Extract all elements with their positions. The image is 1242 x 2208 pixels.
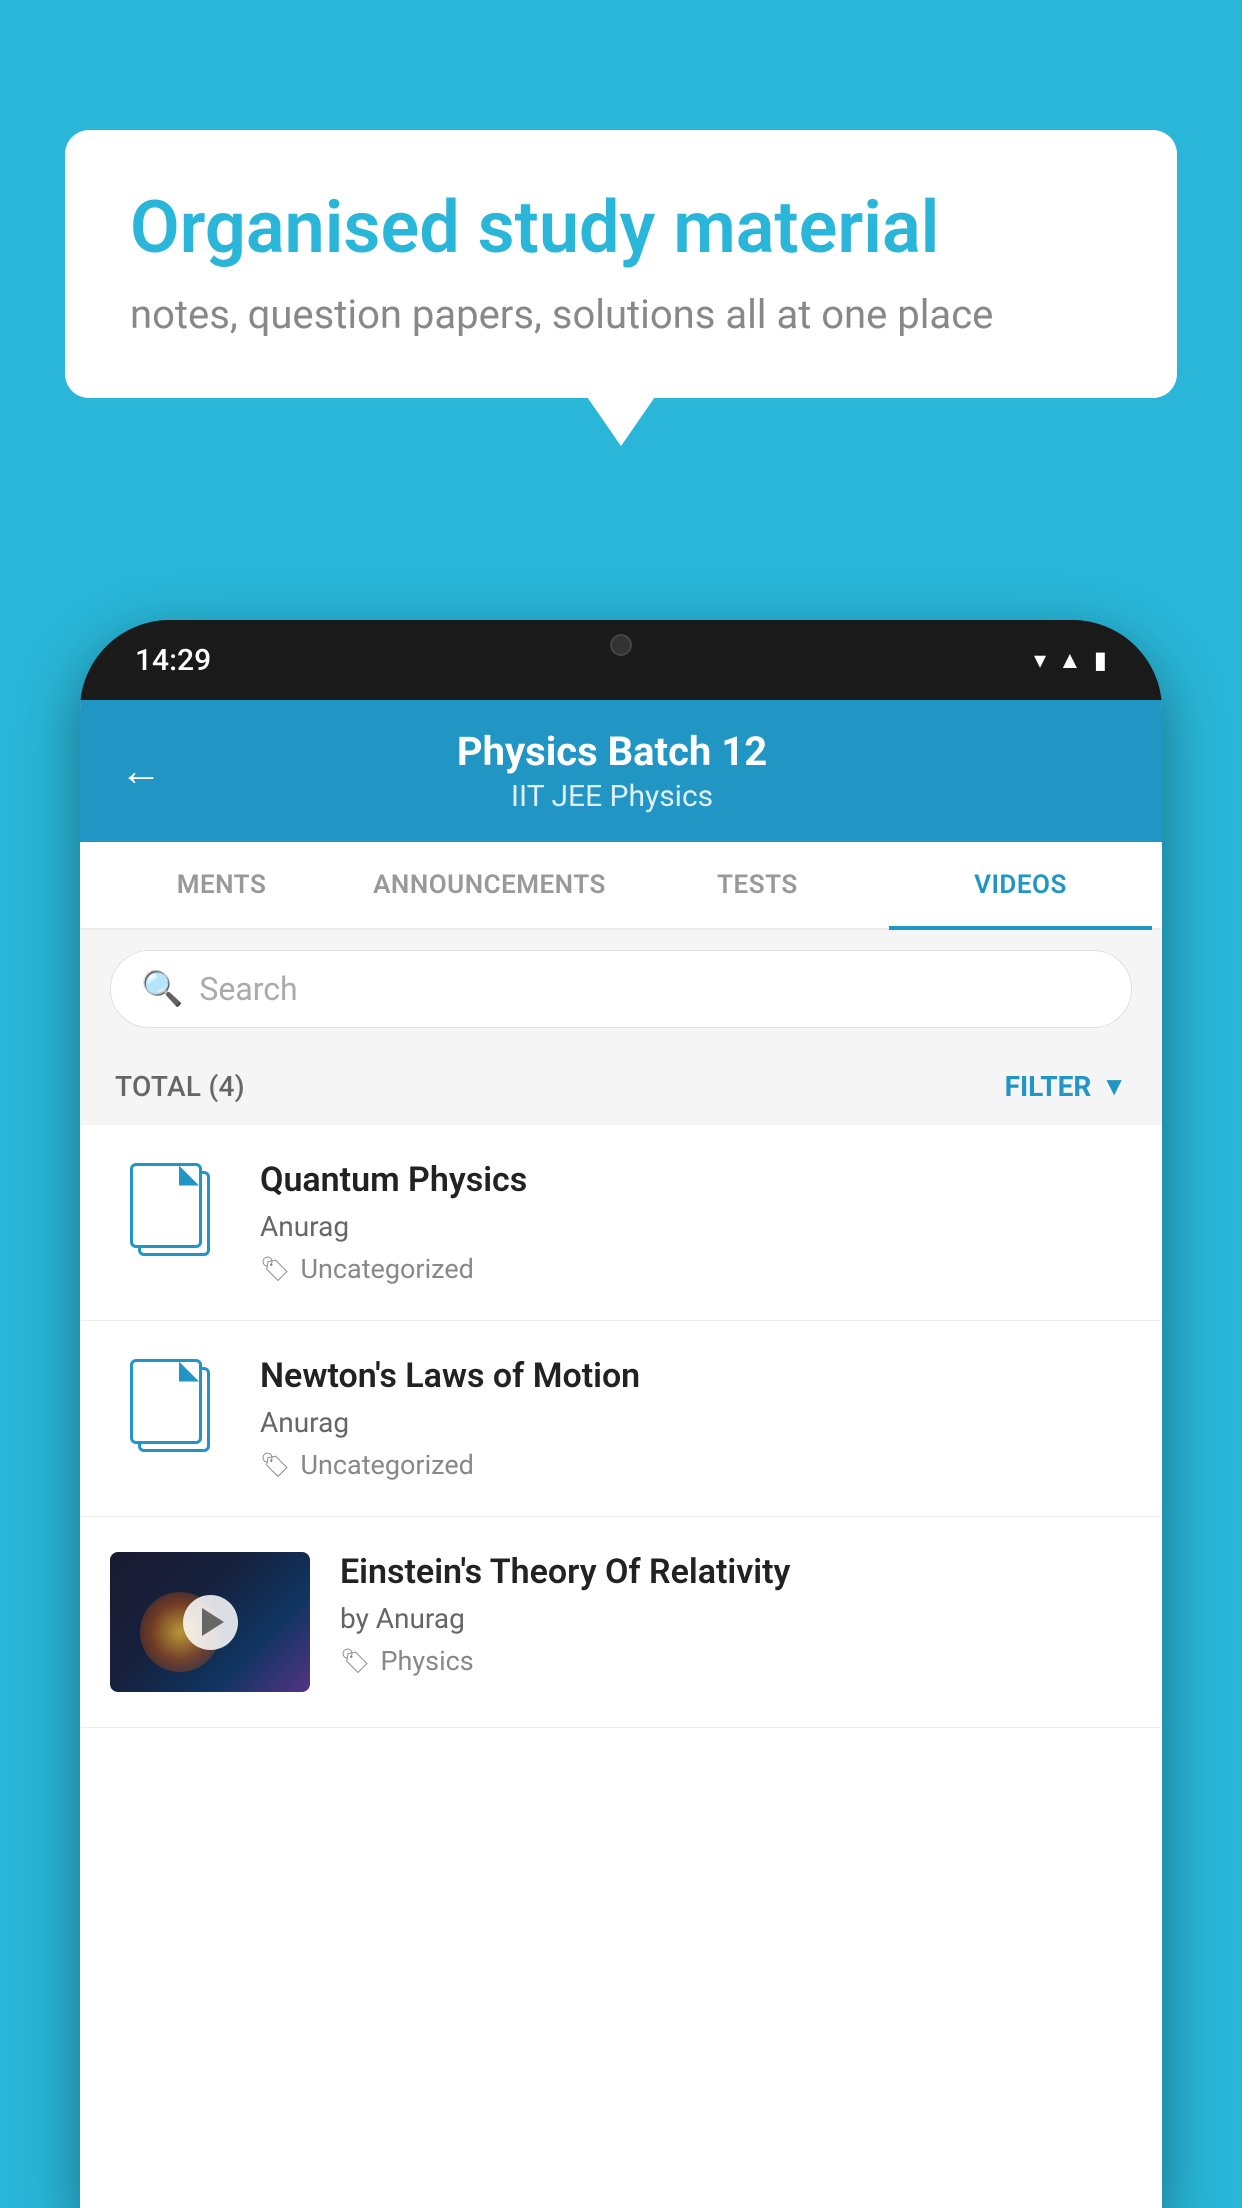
filter-icon: ▼ (1101, 1071, 1127, 1102)
tag-label-1: Uncategorized (300, 1253, 473, 1285)
file-icon-1 (130, 1163, 210, 1258)
einstein-info: Einstein's Theory Of Relativity by Anura… (340, 1552, 1132, 1677)
search-placeholder: Search (199, 970, 297, 1008)
status-icons: ▾ ▲ ▮ (1034, 646, 1107, 675)
tag-icon-2: 🏷 (260, 1451, 290, 1479)
search-input-wrap[interactable]: 🔍 Search (110, 950, 1132, 1028)
list-item[interactable]: Einstein's Theory Of Relativity by Anura… (80, 1517, 1162, 1728)
tab-ments[interactable]: MENTS (90, 842, 353, 928)
video-list: Quantum Physics Anurag 🏷 Uncategorized (80, 1125, 1162, 1728)
file-icon-fold (179, 1166, 199, 1186)
video-author-2: Anurag (260, 1406, 1132, 1439)
speech-bubble-heading: Organised study material (130, 185, 1112, 271)
header-title-area: Physics Batch 12 IIT JEE Physics (192, 728, 1032, 814)
tag-label-2: Uncategorized (300, 1449, 473, 1481)
tab-videos[interactable]: VIDEOS (889, 842, 1152, 928)
speech-bubble-subtext: notes, question papers, solutions all at… (130, 291, 1112, 338)
filter-button[interactable]: FILTER ▼ (1005, 1070, 1127, 1103)
search-icon: 🔍 (141, 969, 183, 1009)
video-tag-2: 🏷 Uncategorized (260, 1449, 1132, 1481)
filter-label: FILTER (1005, 1070, 1092, 1103)
screen: ← Physics Batch 12 IIT JEE Physics MENTS… (80, 700, 1162, 2208)
signal-icon: ▲ (1058, 646, 1082, 675)
filter-row: TOTAL (4) FILTER ▼ (80, 1048, 1162, 1125)
battery-icon: ▮ (1094, 646, 1107, 674)
camera-dot (610, 634, 632, 656)
file-icon-2 (130, 1359, 210, 1454)
video-title-2: Newton's Laws of Motion (260, 1356, 1132, 1396)
video-info-1: Quantum Physics Anurag 🏷 Uncategorized (260, 1160, 1132, 1285)
speech-bubble-container: Organised study material notes, question… (65, 130, 1177, 398)
einstein-thumbnail (110, 1552, 310, 1692)
einstein-author: by Anurag (340, 1602, 1132, 1635)
status-time: 14:29 (135, 643, 211, 678)
video-tag-1: 🏷 Uncategorized (260, 1253, 1132, 1285)
video-title-1: Quantum Physics (260, 1160, 1132, 1200)
tag-label-3: Physics (380, 1645, 473, 1677)
header-subtitle: IIT JEE Physics (192, 779, 1032, 814)
tag-icon-1: 🏷 (260, 1255, 290, 1283)
wifi-icon: ▾ (1034, 646, 1046, 674)
file-icon-fold-2 (179, 1362, 199, 1382)
einstein-title: Einstein's Theory Of Relativity (340, 1552, 1132, 1592)
list-item[interactable]: Quantum Physics Anurag 🏷 Uncategorized (80, 1125, 1162, 1321)
video-info-2: Newton's Laws of Motion Anurag 🏷 Uncateg… (260, 1356, 1132, 1481)
phone-frame: 14:29 ▾ ▲ ▮ ← Physics Batch 12 IIT JEE P… (80, 620, 1162, 2208)
tab-announcements[interactable]: ANNOUNCEMENTS (353, 842, 626, 928)
status-bar: 14:29 ▾ ▲ ▮ (80, 620, 1162, 700)
tag-icon-3: 🏷 (340, 1647, 370, 1675)
notch (531, 620, 711, 670)
video-thumbnail-2 (110, 1356, 230, 1456)
file-icon-front (130, 1163, 202, 1248)
file-icon-front-2 (130, 1359, 202, 1444)
list-item[interactable]: Newton's Laws of Motion Anurag 🏷 Uncateg… (80, 1321, 1162, 1517)
einstein-tag: 🏷 Physics (340, 1645, 1132, 1677)
video-thumbnail-1 (110, 1160, 230, 1260)
play-button-icon (183, 1595, 238, 1650)
total-count: TOTAL (4) (115, 1070, 245, 1103)
speech-bubble: Organised study material notes, question… (65, 130, 1177, 398)
header-title: Physics Batch 12 (192, 728, 1032, 775)
tab-tests[interactable]: TESTS (626, 842, 889, 928)
back-button[interactable]: ← (120, 747, 162, 796)
video-author-1: Anurag (260, 1210, 1132, 1243)
tabs-bar: MENTS ANNOUNCEMENTS TESTS VIDEOS (80, 842, 1162, 930)
search-bar-container: 🔍 Search (80, 930, 1162, 1048)
app-header: ← Physics Batch 12 IIT JEE Physics (80, 700, 1162, 842)
